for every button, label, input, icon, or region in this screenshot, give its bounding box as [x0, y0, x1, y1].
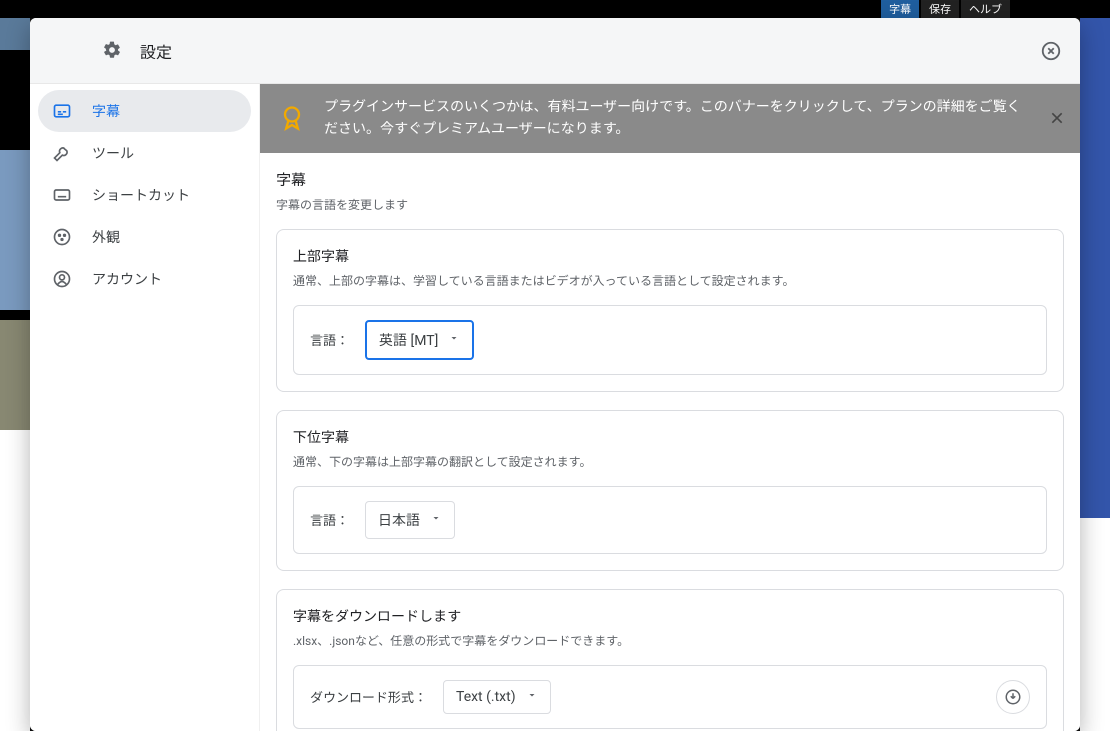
- bottom-subtitle-field: 言語： 日本語: [293, 486, 1047, 554]
- sidebar-item-appearance[interactable]: 外観: [38, 216, 251, 258]
- palette-icon: [52, 227, 72, 247]
- field-label: 言語：: [310, 510, 349, 529]
- download-field: ダウンロード形式： Text (.txt): [293, 665, 1047, 729]
- download-button[interactable]: [996, 680, 1030, 714]
- banner-text: プラグインサービスのいくつかは、有料ユーザー向けです。このバナーをクリックして、…: [324, 96, 1030, 141]
- background-thumbnails: [0, 0, 30, 731]
- card-title: 上部字幕: [293, 246, 1047, 266]
- select-value: 日本語: [378, 510, 420, 530]
- section-title: 字幕: [276, 169, 1064, 190]
- bottom-subtitle-language-select[interactable]: 日本語: [365, 501, 455, 539]
- background-tabs: 字幕 保存 ヘルブ: [881, 0, 1110, 18]
- ribbon-icon: [278, 104, 306, 132]
- keyboard-icon: [52, 185, 72, 205]
- modal-title: 設定: [140, 39, 172, 63]
- bg-tab[interactable]: ヘルブ: [961, 0, 1010, 18]
- chevron-down-icon: [448, 332, 460, 348]
- card-title: 下位字幕: [293, 427, 1047, 447]
- premium-banner[interactable]: プラグインサービスのいくつかは、有料ユーザー向けです。このバナーをクリックして、…: [260, 84, 1080, 153]
- subtitles-section: 字幕 字幕の言語を変更します 上部字幕 通常、上部の字幕は、学習している言語また…: [260, 153, 1080, 731]
- close-button[interactable]: [1038, 38, 1064, 64]
- sidebar-item-label: 字幕: [92, 101, 120, 121]
- wrench-icon: [52, 143, 72, 163]
- background-right-strip: [1080, 18, 1110, 731]
- bg-tab[interactable]: 字幕: [881, 0, 919, 18]
- sidebar-item-label: アカウント: [92, 269, 162, 289]
- card-desc: 通常、下の字幕は上部字幕の翻訳として設定されます。: [293, 453, 1047, 470]
- section-desc: 字幕の言語を変更します: [276, 196, 1064, 213]
- subtitles-icon: [52, 101, 72, 121]
- account-icon: [52, 269, 72, 289]
- sidebar-item-label: ツール: [92, 143, 134, 163]
- top-subtitle-language-select[interactable]: 英語 [MT]: [365, 320, 474, 360]
- top-subtitle-field: 言語： 英語 [MT]: [293, 305, 1047, 375]
- sidebar-item-account[interactable]: アカウント: [38, 258, 251, 300]
- modal-body: 字幕 ツール ショートカット 外観: [30, 84, 1080, 731]
- top-subtitle-card: 上部字幕 通常、上部の字幕は、学習している言語またはビデオが入っている言語として…: [276, 229, 1064, 392]
- modal-header: 設定: [30, 18, 1080, 84]
- select-value: 英語 [MT]: [379, 330, 438, 350]
- sidebar: 字幕 ツール ショートカット 外観: [30, 84, 260, 731]
- field-label: 言語：: [310, 330, 349, 349]
- bottom-subtitle-card: 下位字幕 通常、下の字幕は上部字幕の翻訳として設定されます。 言語： 日本語: [276, 410, 1064, 571]
- card-desc: 通常、上部の字幕は、学習している言語またはビデオが入っている言語として設定されま…: [293, 272, 1047, 289]
- download-format-select[interactable]: Text (.txt): [443, 680, 551, 714]
- chevron-down-icon: [430, 512, 442, 528]
- sidebar-item-subtitles[interactable]: 字幕: [38, 90, 251, 132]
- gear-icon: [102, 40, 122, 60]
- card-desc: .xlsx、.jsonなど、任意の形式で字幕をダウンロードできます。: [293, 632, 1047, 649]
- content-area: プラグインサービスのいくつかは、有料ユーザー向けです。このバナーをクリックして、…: [260, 84, 1080, 731]
- sidebar-item-shortcuts[interactable]: ショートカット: [38, 174, 251, 216]
- select-value: Text (.txt): [456, 689, 516, 705]
- sidebar-item-tools[interactable]: ツール: [38, 132, 251, 174]
- banner-close-button[interactable]: [1048, 109, 1066, 127]
- sidebar-item-label: 外観: [92, 227, 120, 247]
- bg-tab[interactable]: 保存: [921, 0, 959, 18]
- sidebar-item-label: ショートカット: [92, 185, 190, 205]
- field-label: ダウンロード形式：: [310, 687, 427, 706]
- card-title: 字幕をダウンロードします: [293, 606, 1047, 626]
- download-card: 字幕をダウンロードします .xlsx、.jsonなど、任意の形式で字幕をダウンロ…: [276, 589, 1064, 731]
- settings-modal: 設定 字幕 ツール ショートカット: [30, 18, 1080, 731]
- chevron-down-icon: [526, 689, 538, 705]
